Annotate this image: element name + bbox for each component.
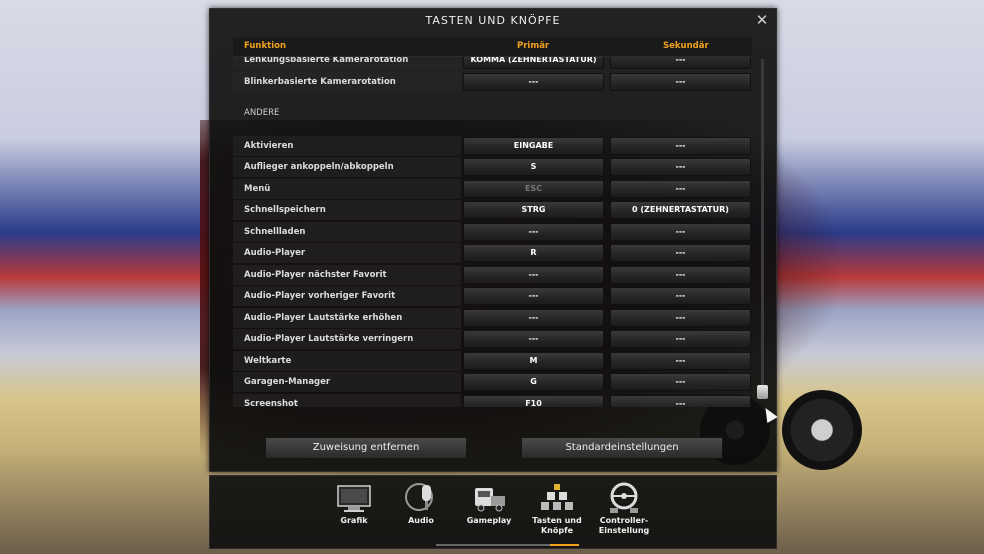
dialog-title: TASTEN UND KNÖPFE	[425, 14, 561, 27]
table-row[interactable]: Blinkerbasierte Kamerarotation --- ---	[233, 72, 752, 92]
dock-label-grafik: Grafik	[340, 516, 368, 525]
section-label: ANDERE	[244, 108, 280, 118]
function-label: Aktivieren	[244, 141, 294, 151]
function-label: Schnellspeichern	[244, 205, 326, 215]
table-row[interactable]: Audio-Player R ---	[233, 243, 752, 263]
primary-key-button[interactable]: G	[463, 373, 604, 391]
column-header-primary: Primär	[517, 41, 550, 51]
function-label: Screenshot	[244, 399, 298, 407]
scrollbar-thumb[interactable]	[757, 385, 768, 399]
function-label: Garagen-Manager	[244, 377, 331, 387]
function-label: Weltkarte	[244, 356, 292, 366]
function-label: Auflieger ankoppeln/abkoppeln	[244, 162, 394, 172]
secondary-key-button[interactable]: ---	[610, 266, 751, 284]
column-header-function: Funktion	[244, 41, 287, 51]
primary-key-button[interactable]: F10	[463, 395, 604, 407]
dock-item-tasten-und-knoepfe[interactable]: Tasten und Knöpfe	[527, 482, 587, 546]
table-row[interactable]: Audio-Player vorheriger Favorit --- ---	[233, 286, 752, 306]
table-row[interactable]: Screenshot F10 ---	[233, 394, 752, 407]
dock-label-controller-einstellung: Controller-Einstellung	[598, 516, 650, 535]
settings-dialog: TASTEN UND KNÖPFE ✕ Funktion Primär Seku…	[209, 8, 778, 472]
primary-key-button[interactable]: STRG	[463, 201, 604, 219]
table-header: Funktion Primär Sekundär	[233, 37, 752, 57]
mouse-cursor-icon	[760, 404, 778, 424]
column-header-secondary: Sekundär	[663, 41, 709, 51]
steering-wheel-icon	[606, 482, 642, 514]
dock-item-gameplay[interactable]: Gameplay	[459, 482, 519, 544]
secondary-key-button[interactable]: ---	[610, 309, 751, 327]
defaults-button[interactable]: Standardeinstellungen	[521, 437, 723, 459]
close-icon[interactable]: ✕	[754, 12, 770, 28]
function-label: Audio-Player	[244, 248, 306, 258]
function-label: Lenkungsbasierte Kamerarotation	[244, 57, 409, 65]
primary-key-button[interactable]: EINGABE	[463, 137, 604, 155]
settings-category-dock: Grafik Audio Gameplay Tasten und Knöpfe …	[209, 475, 777, 549]
function-label: Blinkerbasierte Kamerarotation	[244, 77, 396, 87]
function-label: Audio-Player Lautstärke erhöhen	[244, 313, 403, 323]
table-row[interactable]: Menü ESC ---	[233, 179, 752, 199]
keybinding-list[interactable]: Lenkungsbasierte Kamerarotation KOMMA (ZE…	[233, 57, 752, 407]
remove-assignment-button[interactable]: Zuweisung entfernen	[265, 437, 467, 459]
primary-key-button[interactable]: ---	[463, 223, 604, 241]
primary-key-button[interactable]: S	[463, 158, 604, 176]
secondary-key-button[interactable]: ---	[610, 373, 751, 391]
secondary-key-button[interactable]: ---	[610, 223, 751, 241]
primary-key-button[interactable]: ---	[463, 73, 604, 91]
dock-label-audio: Audio	[408, 516, 434, 525]
table-row[interactable]: Garagen-Manager G ---	[233, 372, 752, 392]
primary-key-button[interactable]: ESC	[463, 180, 604, 198]
primary-key-button[interactable]: R	[463, 244, 604, 262]
dock-label-tasten-und-knoepfe: Tasten und Knöpfe	[532, 516, 582, 535]
secondary-key-button[interactable]: ---	[610, 137, 751, 155]
function-label: Audio-Player nächster Favorit	[244, 270, 387, 280]
secondary-key-button[interactable]: 0 (ZEHNERTASTATUR)	[610, 201, 751, 219]
secondary-key-button[interactable]: ---	[610, 180, 751, 198]
section-header: ANDERE	[233, 103, 752, 123]
table-row[interactable]: Audio-Player nächster Favorit --- ---	[233, 265, 752, 285]
primary-key-button[interactable]: ---	[463, 330, 604, 348]
dock-label-gameplay: Gameplay	[466, 516, 512, 525]
truck-icon	[471, 482, 507, 514]
monitor-icon	[336, 482, 372, 514]
primary-key-button[interactable]: M	[463, 352, 604, 370]
primary-key-button[interactable]: KOMMA (ZEHNERTASTATUR)	[463, 57, 604, 69]
primary-key-button[interactable]: ---	[463, 266, 604, 284]
table-row[interactable]: Audio-Player Lautstärke verringern --- ---	[233, 329, 752, 349]
scrollbar-track[interactable]	[761, 59, 764, 399]
function-label: Audio-Player Lautstärke verringern	[244, 334, 414, 344]
microphone-icon	[403, 482, 439, 514]
table-row[interactable]: Aktivieren EINGABE ---	[233, 136, 752, 156]
table-row[interactable]: Audio-Player Lautstärke erhöhen --- ---	[233, 308, 752, 328]
secondary-key-button[interactable]: ---	[610, 244, 751, 262]
table-row[interactable]: Schnellspeichern STRG 0 (ZEHNERTASTATUR)	[233, 200, 752, 220]
dock-item-audio[interactable]: Audio	[391, 482, 451, 544]
secondary-key-button[interactable]: ---	[610, 352, 751, 370]
secondary-key-button[interactable]: ---	[610, 158, 751, 176]
background-wheel	[782, 390, 862, 470]
secondary-key-button[interactable]: ---	[610, 57, 751, 69]
dock-item-controller-einstellung[interactable]: Controller-Einstellung	[594, 482, 654, 544]
keyboard-icon	[539, 482, 575, 514]
secondary-key-button[interactable]: ---	[610, 395, 751, 407]
primary-key-button[interactable]: ---	[463, 309, 604, 327]
secondary-key-button[interactable]: ---	[610, 330, 751, 348]
primary-key-button[interactable]: ---	[463, 287, 604, 305]
function-label: Schnellladen	[244, 227, 306, 237]
table-row[interactable]: Auflieger ankoppeln/abkoppeln S ---	[233, 157, 752, 177]
table-row[interactable]: Weltkarte M ---	[233, 351, 752, 371]
secondary-key-button[interactable]: ---	[610, 73, 751, 91]
function-label: Audio-Player vorheriger Favorit	[244, 291, 396, 301]
dock-item-grafik[interactable]: Grafik	[324, 482, 384, 544]
dock-scroll-indicator	[436, 544, 550, 546]
table-row[interactable]: Schnellladen --- ---	[233, 222, 752, 242]
secondary-key-button[interactable]: ---	[610, 287, 751, 305]
function-label: Menü	[244, 184, 271, 194]
table-row[interactable]: Lenkungsbasierte Kamerarotation KOMMA (ZE…	[233, 57, 752, 70]
